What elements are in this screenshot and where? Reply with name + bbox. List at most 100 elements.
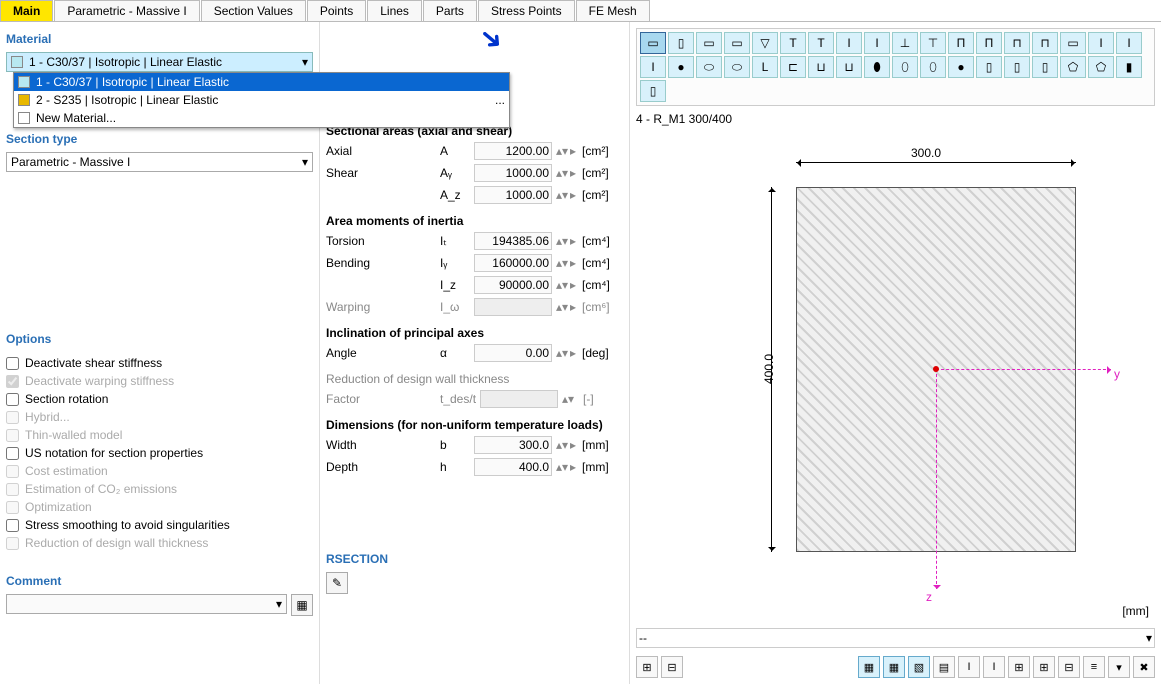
dim-h-icon [796,162,1076,163]
view-tool-icon[interactable]: ▾ [1108,656,1130,678]
view-tool-icon[interactable]: I [958,656,980,678]
chevron-down-icon: ▾ [302,55,308,69]
view-tool-icon[interactable]: ▦ [858,656,880,678]
shape-icon[interactable]: ⊔ [808,56,834,78]
view-tool-icon[interactable]: ▧ [908,656,930,678]
viewer-dropdown[interactable]: --▾ [636,628,1155,648]
rsection-heading: RSECTION [326,552,623,566]
viewer-toolbar: ⊞⊟▦▦▧▤II⊞⊞⊟≡▾✖ [636,656,1155,678]
shape-icon[interactable]: I [864,32,890,54]
shape-icon[interactable]: ⊔ [836,56,862,78]
bending-z-input[interactable] [474,276,552,294]
view-tool-icon[interactable]: ▦ [883,656,905,678]
shape-icon[interactable]: ▮ [1116,56,1142,78]
material-dropdown[interactable]: 1 - C30/37 | Isotropic | Linear Elastic … [6,52,313,72]
shear-z-input[interactable] [474,186,552,204]
shape-icon[interactable]: ▭ [696,32,722,54]
depth-input[interactable] [474,458,552,476]
shape-icon[interactable]: ⬯ [920,56,946,78]
view-tool-icon[interactable]: ⊞ [1008,656,1030,678]
view-tool-icon[interactable]: ⊟ [1058,656,1080,678]
tab-section-values[interactable]: Section Values [201,0,306,21]
shape-icon[interactable]: ⬯ [892,56,918,78]
axis-z-icon [936,369,937,589]
view-tool-icon[interactable]: ▤ [933,656,955,678]
shape-icon[interactable]: ⬠ [1088,56,1114,78]
option-checkbox[interactable]: Stress smoothing to avoid singularities [6,518,313,532]
material-option[interactable]: New Material... [14,109,509,127]
option-checkbox: Deactivate warping stiffness [6,374,313,388]
option-checkbox[interactable]: Section rotation [6,392,313,406]
bending-y-input[interactable] [474,254,552,272]
angle-input[interactable] [474,344,552,362]
shape-icon[interactable]: ⬠ [1060,56,1086,78]
reduction-heading: Reduction of design wall thickness [326,372,623,386]
material-option[interactable]: 2 - S235 | Isotropic | Linear Elastic... [14,91,509,109]
shape-icon[interactable]: ⊓ [1032,32,1058,54]
section-type-select[interactable]: Parametric - Massive I ▾ [6,152,313,172]
tab-points[interactable]: Points [307,0,366,21]
torsion-input[interactable] [474,232,552,250]
shape-icon[interactable]: ▯ [640,80,666,102]
view-tool-icon[interactable]: ≡ [1083,656,1105,678]
shape-icon[interactable]: I [836,32,862,54]
shape-icon[interactable]: I [1088,32,1114,54]
shape-icon[interactable]: ● [948,56,974,78]
shape-icon[interactable]: ⬮ [864,56,890,78]
shape-icon[interactable]: ▯ [976,56,1002,78]
inclination-heading: Inclination of principal axes [326,326,623,340]
shape-icon[interactable]: ▯ [1032,56,1058,78]
factor-input [480,390,558,408]
option-checkbox[interactable]: Deactivate shear stiffness [6,356,313,370]
warping-input [474,298,552,316]
view-tool-icon[interactable]: ⊟ [661,656,683,678]
shape-icon[interactable]: ⬭ [724,56,750,78]
material-option[interactable]: 1 - C30/37 | Isotropic | Linear Elastic [14,73,509,91]
view-tool-icon[interactable]: ✖ [1133,656,1155,678]
shape-icon[interactable]: I [1116,32,1142,54]
section-viewer: 300.0 400.0 y z [mm] [636,132,1155,624]
axial-input[interactable] [474,142,552,160]
option-checkbox: Thin-walled model [6,428,313,442]
shape-icon[interactable]: ⊤ [920,32,946,54]
chevron-down-icon: ▾ [302,155,308,169]
shape-icon[interactable]: T [780,32,806,54]
shape-icon[interactable]: ▯ [668,32,694,54]
tab-lines[interactable]: Lines [367,0,422,21]
shape-icon[interactable]: ⊏ [780,56,806,78]
option-checkbox[interactable]: US notation for section properties [6,446,313,460]
tab-bar: Main Parametric - Massive I Section Valu… [0,0,1161,22]
shape-icon[interactable]: ⬭ [696,56,722,78]
view-tool-icon[interactable]: I [983,656,1005,678]
rsection-icon[interactable]: ✎ [326,572,348,594]
tab-main[interactable]: Main [0,0,53,21]
width-input[interactable] [474,436,552,454]
material-options-list: 1 - C30/37 | Isotropic | Linear Elastic2… [13,72,510,128]
comment-input[interactable]: ▾ [6,594,287,614]
right-panel: ▭▯▭▭▽TTII⊥⊤ΠΠ⊓⊓▭III●⬭⬭L⊏⊔⊔⬮⬯⬯●▯▯▯⬠⬠▮▯ 4 … [630,22,1161,684]
viewer-title: 4 - R_M1 300/400 [636,112,1155,126]
inertia-heading: Area moments of inertia [326,214,623,228]
view-tool-icon[interactable]: ⊞ [1033,656,1055,678]
shape-icon[interactable]: ⊥ [892,32,918,54]
comment-more-icon[interactable]: ▦ [291,594,313,616]
shape-icon[interactable]: ▭ [724,32,750,54]
shape-icon[interactable]: ▽ [752,32,778,54]
shear-y-input[interactable] [474,164,552,182]
options-heading: Options [6,332,313,346]
shape-icon[interactable]: T [808,32,834,54]
shape-icon[interactable]: ▯ [1004,56,1030,78]
option-checkbox: Reduction of design wall thickness [6,536,313,550]
view-tool-icon[interactable]: ⊞ [636,656,658,678]
shape-icon[interactable]: ▭ [1060,32,1086,54]
tab-parametric[interactable]: Parametric - Massive I [54,0,199,21]
shape-icon[interactable]: Π [948,32,974,54]
shape-icon[interactable]: Π [976,32,1002,54]
shape-icon[interactable]: ● [668,56,694,78]
tab-parts[interactable]: Parts [423,0,477,21]
shape-icon[interactable]: L [752,56,778,78]
shape-icon[interactable]: ▭ [640,32,666,54]
shape-icon[interactable]: I [640,56,666,78]
tab-fe-mesh[interactable]: FE Mesh [576,0,650,21]
shape-icon[interactable]: ⊓ [1004,32,1030,54]
